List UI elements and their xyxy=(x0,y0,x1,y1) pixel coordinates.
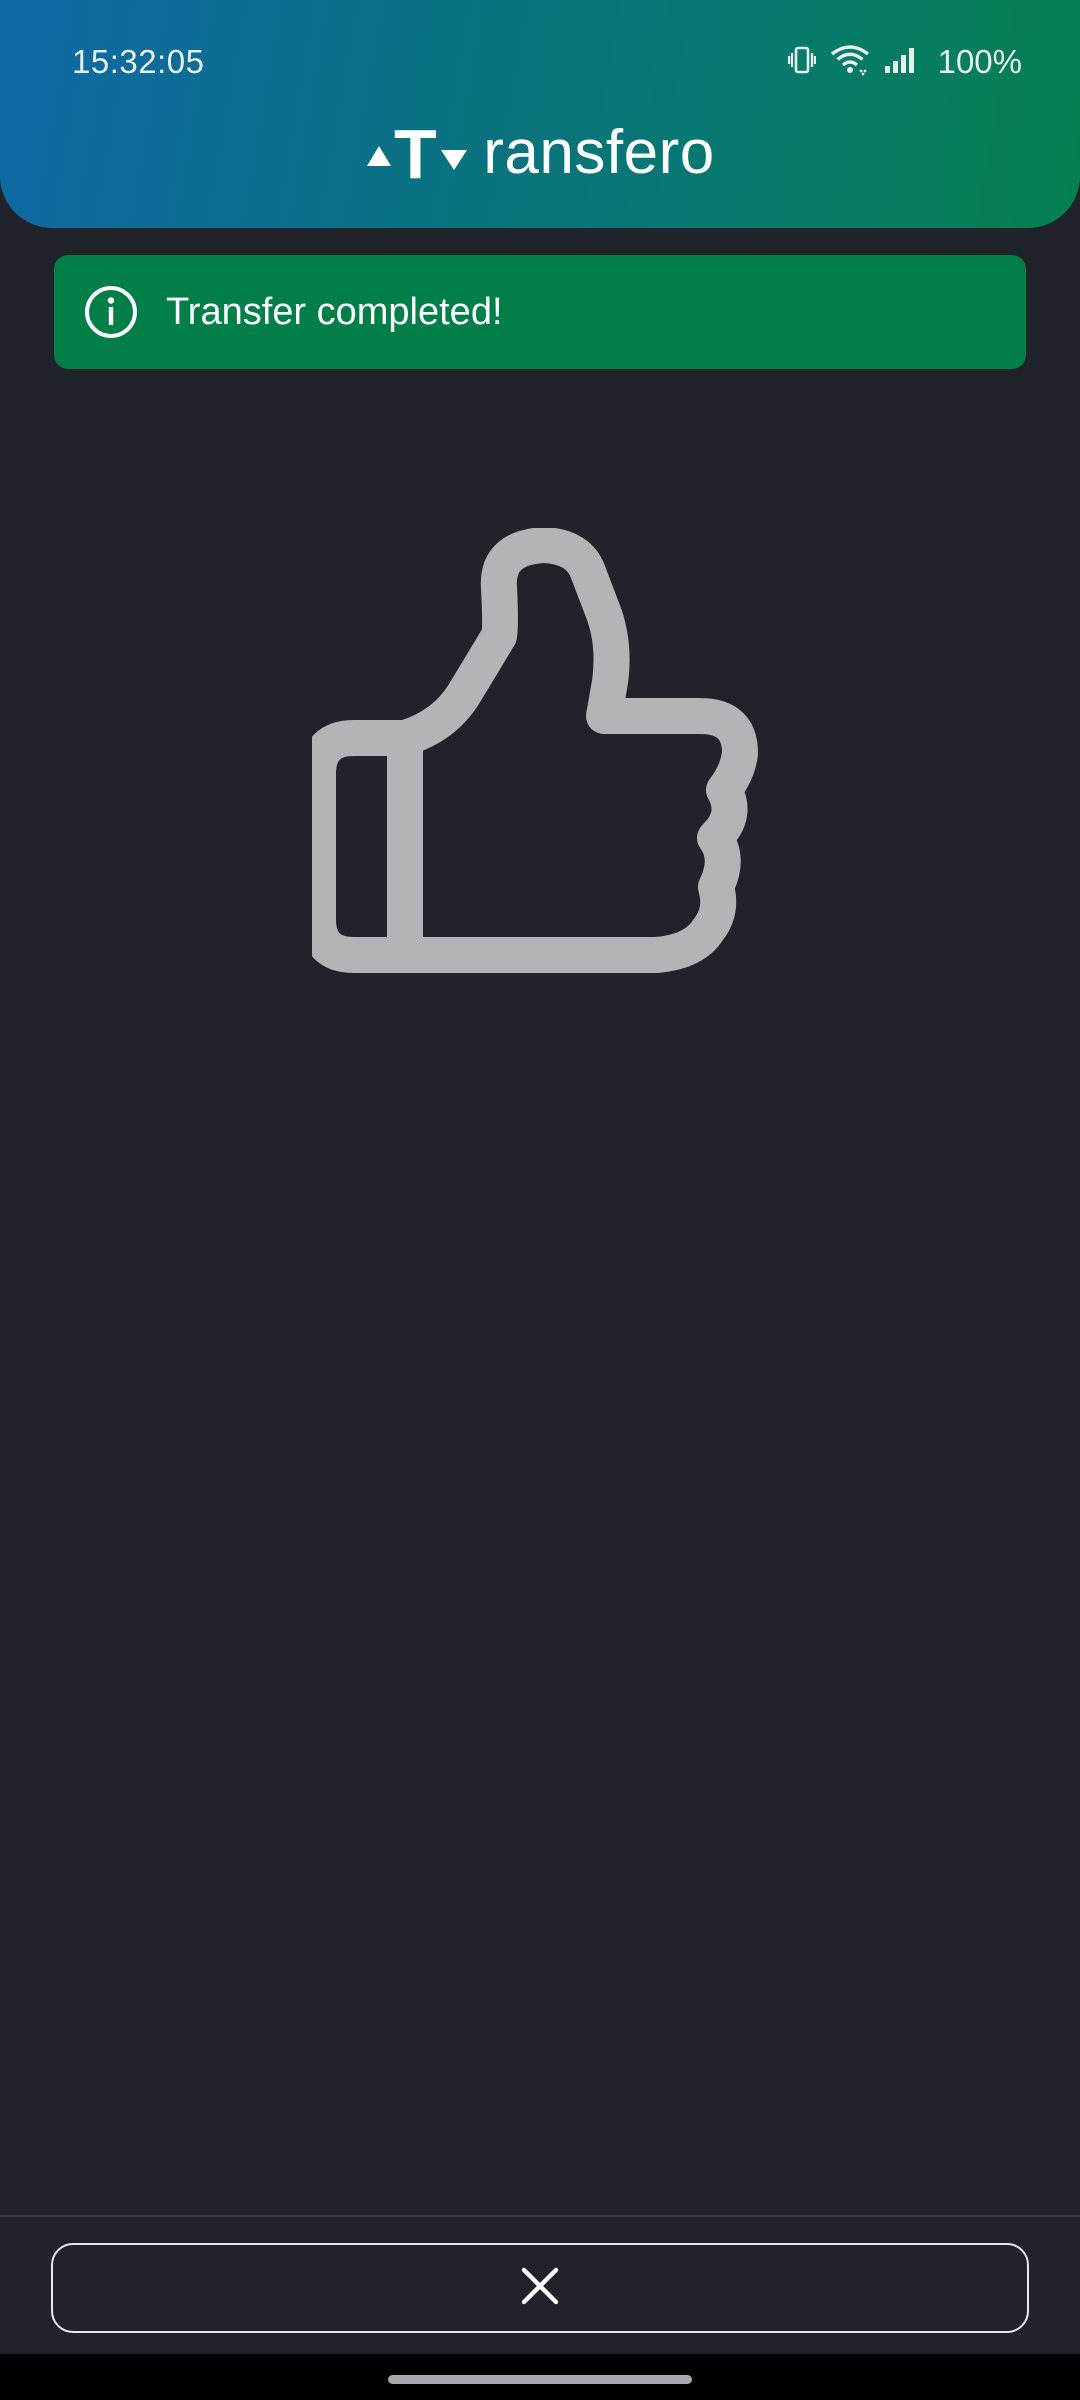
bottom-divider xyxy=(0,2215,1080,2217)
transfer-complete-screen: 15:32:05 100% T ransfero Transfer comple… xyxy=(0,0,1080,2400)
system-navigation-bar xyxy=(0,2354,1080,2400)
battery-level: 100% xyxy=(937,43,1022,80)
svg-text:T: T xyxy=(394,122,437,184)
close-icon xyxy=(521,2267,559,2310)
wifi-icon xyxy=(830,44,870,81)
close-button[interactable] xyxy=(51,2243,1029,2333)
logo-mark-icon: T xyxy=(365,118,471,188)
app-logo: T ransfero xyxy=(0,118,1080,188)
status-bar: 15:32:05 100% xyxy=(0,0,1080,124)
signal-icon xyxy=(884,46,918,79)
gesture-handle[interactable] xyxy=(388,2375,692,2384)
app-header: 15:32:05 100% T ransfero xyxy=(0,0,1080,228)
success-banner: Transfer completed! xyxy=(54,255,1026,369)
banner-message: Transfer completed! xyxy=(166,291,503,333)
vibrate-icon xyxy=(787,45,816,80)
status-icons: 100% xyxy=(787,40,1022,84)
status-time: 15:32:05 xyxy=(72,43,205,80)
logo-text: ransfero xyxy=(483,118,715,187)
thumbs-up-icon xyxy=(300,527,768,978)
info-icon xyxy=(84,285,138,339)
